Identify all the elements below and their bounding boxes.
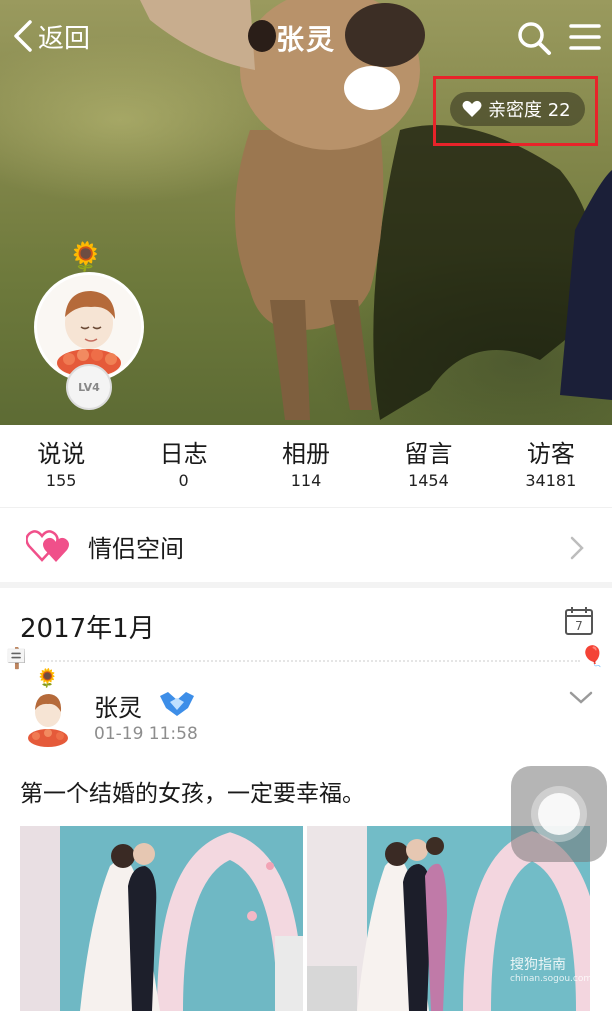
highlight-box: [433, 76, 598, 146]
couple-space-label: 情侣空间: [88, 534, 184, 563]
stat-value: 0: [178, 471, 189, 490]
chevron-down-icon[interactable]: [568, 688, 594, 708]
couple-space-row[interactable]: 情侣空间: [0, 510, 612, 582]
stat-album[interactable]: 相册 114: [245, 425, 367, 507]
menu-icon[interactable]: [568, 20, 602, 54]
decorative-sign-right: 🎈: [580, 644, 605, 668]
decorative-dots: [40, 660, 580, 662]
couple-hearts-icon: [26, 530, 69, 562]
decorative-sign-left: 🪧: [4, 646, 29, 670]
post-avatar[interactable]: [24, 686, 72, 748]
month-label: 2017年1月: [20, 614, 155, 644]
sunflower-decoration: 🌻: [68, 240, 103, 273]
stat-label: 说说: [37, 440, 86, 468]
assistive-touch-button[interactable]: [511, 766, 607, 862]
assistive-touch-core: [538, 793, 580, 835]
stat-label: 留言: [404, 440, 453, 468]
stat-label: 相册: [282, 440, 331, 468]
stat-label: 日志: [159, 440, 208, 468]
post-timestamp: 01-19 11:58: [94, 724, 198, 744]
level-badge[interactable]: LV4: [66, 364, 112, 410]
stat-value: 34181: [525, 471, 577, 490]
month-header: 2017年1月: [0, 588, 612, 658]
vip-badge-icon[interactable]: [158, 690, 196, 718]
stat-value: 1454: [408, 471, 449, 490]
post-avatar-illustration: [28, 694, 68, 747]
stat-blog[interactable]: 日志 0: [122, 425, 244, 507]
search-icon[interactable]: [516, 20, 552, 56]
chevron-right-icon: [570, 536, 584, 560]
post-text: 第一个结婚的女孩，一定要幸福。: [20, 781, 365, 807]
post-author[interactable]: 张灵: [94, 688, 142, 723]
stat-label: 访客: [526, 440, 575, 468]
calendar-icon[interactable]: 7: [564, 606, 594, 636]
calendar-day: 7: [575, 619, 583, 633]
post-photo[interactable]: [20, 826, 303, 1011]
watermark-brand: 搜狗指南: [510, 957, 566, 973]
watermark-url: chinan.sogou.com: [510, 974, 593, 984]
stat-messages[interactable]: 留言 1454: [367, 425, 489, 507]
stat-value: 155: [45, 471, 77, 490]
wedding-photo-1: [20, 826, 303, 1011]
cover-photo[interactable]: 返回 张灵 亲密度 22 🌻 LV4: [0, 0, 612, 425]
stat-value: 114: [290, 471, 322, 490]
stats-bar: 说说 155 日志 0 相册 114 留言 1454 访客 34181: [0, 425, 612, 508]
stat-visitors[interactable]: 访客 34181: [490, 425, 612, 507]
stat-shuoshuo[interactable]: 说说 155: [0, 425, 122, 507]
